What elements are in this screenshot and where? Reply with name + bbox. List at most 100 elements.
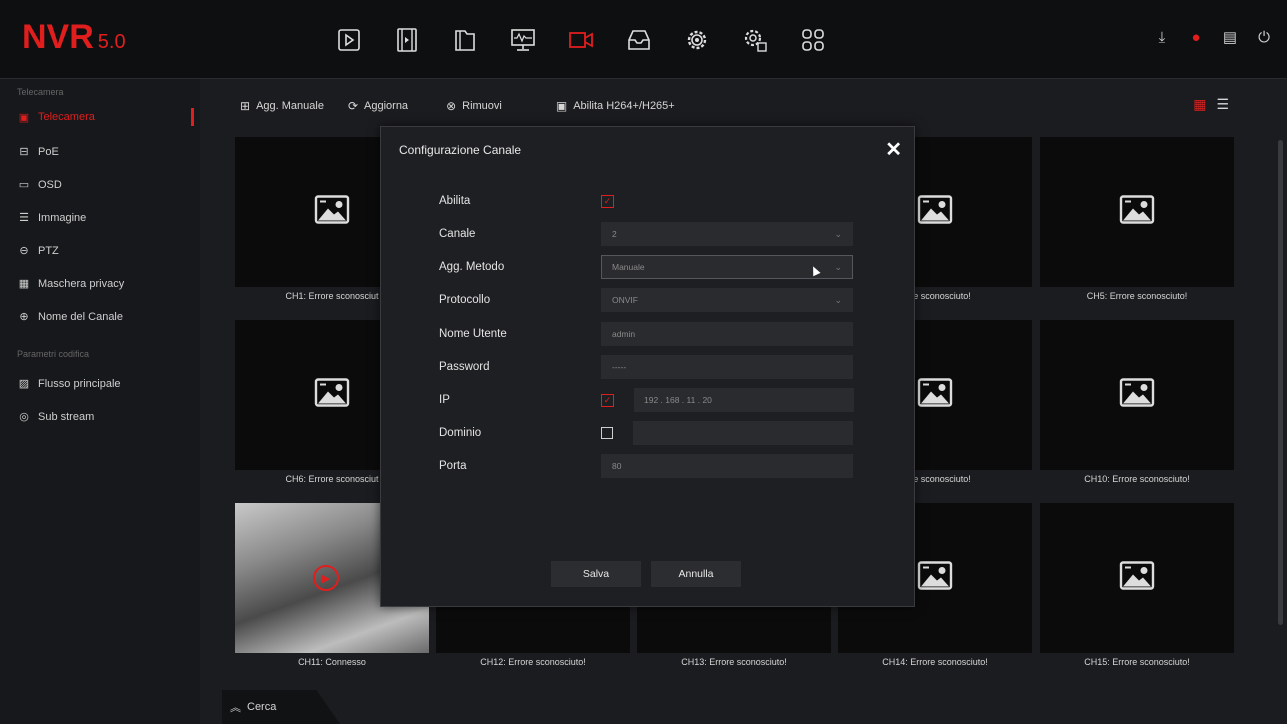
image-placeholder-icon	[917, 195, 953, 230]
advanced-gear-icon[interactable]	[736, 22, 774, 58]
row-utente: Nome Utente admin	[439, 322, 853, 346]
monitor-icon[interactable]	[504, 22, 542, 58]
download-icon[interactable]: ⤓	[1153, 28, 1171, 46]
camera-caption: CH13: Errore sconosciuto!	[681, 657, 787, 667]
abilita-checkbox[interactable]: ✓	[601, 194, 614, 208]
privacy-mask-icon: ▦	[18, 278, 30, 290]
save-button[interactable]: Salva	[551, 561, 641, 587]
enable-h264-button[interactable]: ▣ Abilita H264+/H265+	[556, 99, 675, 113]
main-stream-icon: ▨	[18, 378, 30, 390]
row-porta: Porta 80	[439, 454, 853, 478]
canale-select[interactable]: 2 ⌄	[601, 222, 853, 246]
sidebar-item-telecamera[interactable]: ▣ Telecamera	[0, 105, 200, 129]
ip-checkbox[interactable]: ✓	[601, 393, 614, 407]
camera-small-icon: ▣	[18, 111, 30, 124]
image-placeholder-icon	[1119, 378, 1155, 413]
poe-icon: ⊟	[19, 146, 29, 158]
row-password: Password -----	[439, 355, 853, 379]
camera-caption: CH12: Errore sconosciuto!	[480, 657, 586, 667]
ip-field[interactable]: 192 . 168 . 11 . 20	[634, 388, 854, 412]
view-toggle: ▦ ☰	[1193, 96, 1229, 113]
domain-field[interactable]	[633, 421, 853, 445]
sidebar-item-privacy[interactable]: ▦ Maschera privacy	[0, 267, 200, 300]
port-field[interactable]: 80	[601, 454, 853, 478]
canale-label: Canale	[439, 228, 476, 240]
dominio-label: Dominio	[439, 427, 482, 439]
camera-caption: CH15: Errore sconosciuto!	[1084, 657, 1190, 667]
play-overlay-icon[interactable]: ▶	[313, 565, 339, 591]
channel-config-dialog: Configurazione Canale ✕ Abilita ✓ Canale…	[380, 126, 915, 607]
abilita-label: Abilita	[439, 195, 471, 207]
sidebar-item-poe[interactable]: ⊟ PoE	[0, 135, 200, 168]
camera-icon[interactable]	[562, 22, 600, 58]
image-placeholder-icon	[917, 378, 953, 413]
refresh-button[interactable]: ⟳ Aggiorna	[348, 99, 408, 113]
row-ip: IP ✓ 192 . 168 . 11 . 20	[439, 388, 854, 412]
inbox-icon[interactable]	[620, 22, 658, 58]
sidebar-item-ptz[interactable]: ⊖ PTZ	[0, 234, 200, 267]
ip-label: IP	[439, 394, 450, 406]
cancel-button[interactable]: Annulla	[651, 561, 741, 587]
metodo-label: Agg. Metodo	[439, 261, 505, 273]
play-icon[interactable]	[330, 22, 368, 58]
film-icon[interactable]	[388, 22, 426, 58]
username-field[interactable]: admin	[601, 322, 853, 346]
search-tab[interactable]: ︽ Cerca	[222, 690, 340, 724]
scrollbar[interactable]	[1278, 140, 1283, 625]
password-field[interactable]: -----	[601, 355, 853, 379]
sidebar-section-camera: Telecamera	[17, 87, 64, 97]
chevron-down-icon: ⌄	[834, 294, 842, 305]
list-view-icon[interactable]: ☰	[1216, 96, 1229, 113]
grid-view-icon[interactable]: ▦	[1193, 96, 1206, 113]
row-dominio: Dominio	[439, 421, 853, 445]
sub-stream-icon: ◎	[19, 411, 29, 423]
sidebar-item-osd[interactable]: ▭ OSD	[0, 168, 200, 201]
osd-icon: ▭	[18, 179, 30, 191]
add-manual-button[interactable]: ⊞ Agg. Manuale	[240, 99, 324, 113]
image-placeholder-icon	[314, 195, 350, 230]
sidebar-item-channel-name[interactable]: ⊕ Nome del Canale	[0, 300, 200, 333]
image-icon: ☰	[19, 212, 29, 224]
image-placeholder-icon	[1119, 561, 1155, 596]
gear-icon[interactable]	[678, 22, 716, 58]
camera-caption: CH11: Connesso	[298, 657, 366, 667]
camera-caption: CH14: Errore sconosciuto!	[882, 657, 988, 667]
sidebar-item-main-stream[interactable]: ▨ Flusso principale	[0, 367, 200, 400]
dominio-checkbox[interactable]	[601, 427, 613, 439]
expand-icon: ︽	[230, 702, 241, 714]
channel-name-icon: ⊕	[19, 311, 29, 323]
sidebar-item-sub-stream[interactable]: ◎ Sub stream	[0, 400, 200, 433]
camera-tile[interactable]	[1040, 137, 1234, 287]
camera-tile[interactable]	[1040, 503, 1234, 653]
porta-label: Porta	[439, 460, 467, 472]
folder-icon[interactable]	[446, 22, 484, 58]
disk-icon[interactable]: ▤	[1221, 28, 1239, 46]
camera-caption: CH10: Errore sconosciuto!	[1084, 474, 1190, 484]
remove-button[interactable]: ⊗ Rimuovi	[446, 99, 502, 113]
add-icon: ⊞	[240, 99, 251, 113]
protocollo-select[interactable]: ONVIF ⌄	[601, 288, 853, 312]
image-placeholder-icon	[314, 378, 350, 413]
row-canale: Canale 2 ⌄	[439, 222, 853, 246]
row-metodo: Agg. Metodo Manuale ⌄	[439, 255, 853, 279]
remove-icon: ⊗	[446, 99, 457, 113]
chevron-down-icon: ⌄	[834, 261, 842, 272]
apps-icon[interactable]	[794, 22, 832, 58]
image-placeholder-icon	[917, 561, 953, 596]
password-label: Password	[439, 361, 490, 373]
image-placeholder-icon	[1119, 195, 1155, 230]
power-icon[interactable]: ⏻	[1255, 28, 1273, 46]
protocollo-label: Protocollo	[439, 294, 491, 306]
sidebar-section-encoding: Parametri codifica	[17, 349, 90, 359]
dialog-title: Configurazione Canale	[399, 143, 522, 157]
alarm-icon[interactable]: ●	[1187, 28, 1205, 46]
ptz-icon: ⊖	[19, 245, 29, 257]
top-bar: NVR 5.0 ⤓ ● ▤ ⏻	[0, 0, 1287, 79]
sidebar-item-immagine[interactable]: ☰ Immagine	[0, 201, 200, 234]
camera-tile[interactable]	[1040, 320, 1234, 470]
camera-caption: CH5: Errore sconosciuto!	[1086, 291, 1188, 301]
refresh-icon: ⟳	[347, 99, 359, 113]
camera-toolbar: ⊞ Agg. Manuale ⟳ Aggiorna ⊗ Rimuovi ▣ Abilit…	[222, 94, 699, 118]
close-icon[interactable]: ✕	[885, 137, 902, 162]
sidebar: Telecamera ▣ Telecamera ⊟ PoE ▭ OSD ☰ Immagi…	[0, 79, 200, 724]
